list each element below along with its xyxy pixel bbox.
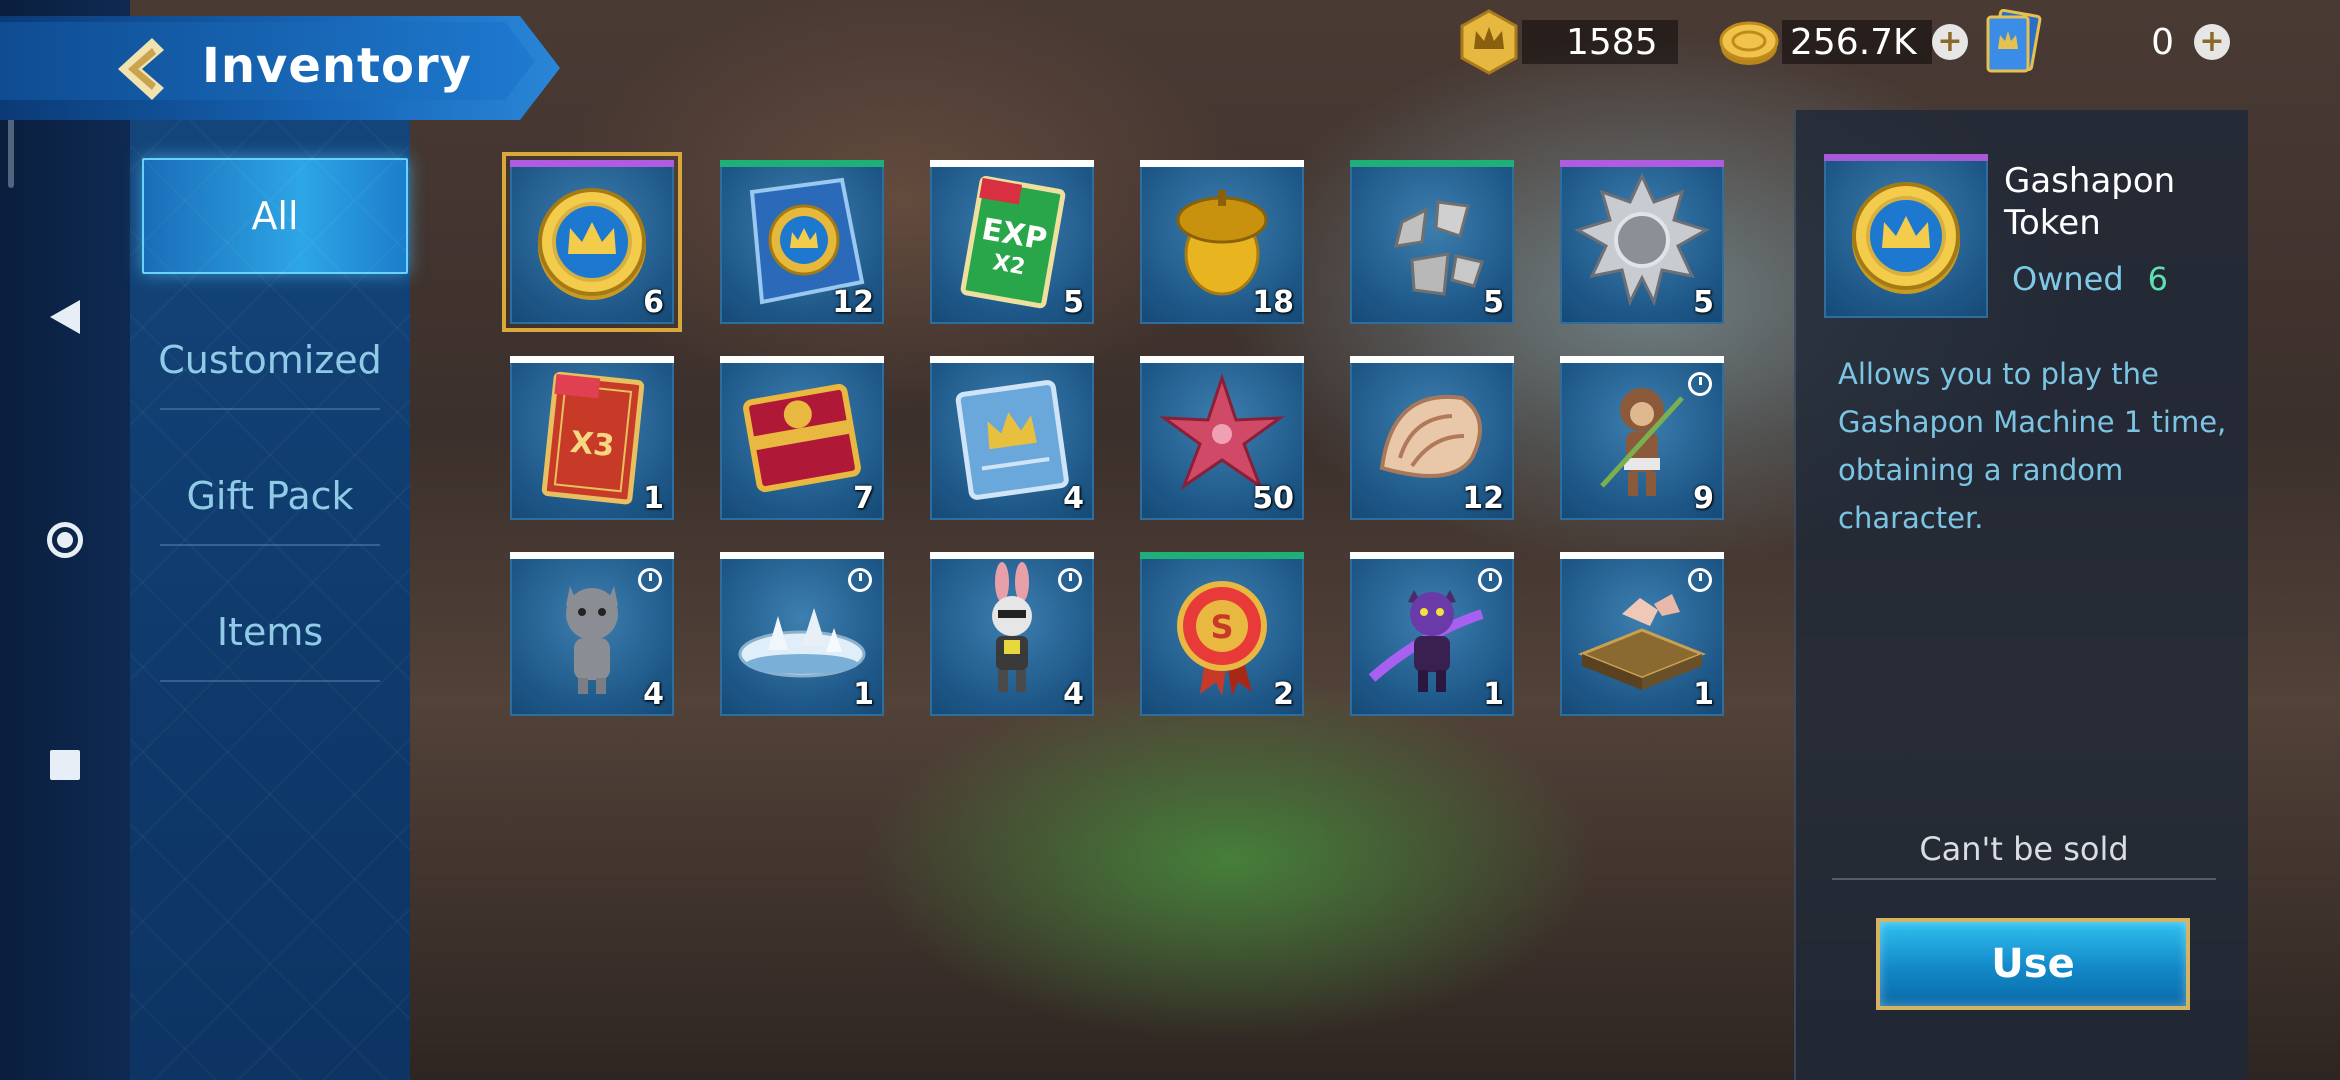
item-quantity: 12 — [832, 285, 874, 320]
item-quantity: 7 — [853, 481, 874, 516]
item-quantity: 18 — [1252, 285, 1294, 320]
currency-tickets-value: 0 — [2151, 21, 2174, 63]
square-recents-icon — [50, 750, 80, 780]
item-quantity: 12 — [1462, 481, 1504, 516]
recents-nav-button[interactable] — [38, 738, 92, 792]
use-button[interactable]: Use — [1876, 918, 2190, 1010]
item-quantity: 5 — [1483, 285, 1504, 320]
system-nav-bar — [0, 0, 130, 1080]
item-slot[interactable]: 5 — [1350, 160, 1514, 324]
detail-item-icon — [1824, 154, 1988, 318]
add-tickets-plus-icon[interactable]: + — [2194, 24, 2230, 60]
item-quantity: 1 — [1483, 677, 1504, 712]
item-slot[interactable]: 12 — [1350, 356, 1514, 520]
item-quantity: 50 — [1252, 481, 1294, 516]
item-slot[interactable]: 4 — [930, 356, 1094, 520]
item-quantity: 5 — [1693, 285, 1714, 320]
item-slot[interactable]: 9 — [1560, 356, 1724, 520]
item-slot[interactable]: 12 — [720, 160, 884, 324]
crown-medal-icon — [1460, 9, 1518, 75]
home-circle-icon — [47, 522, 83, 558]
item-slot[interactable]: S2 — [1140, 552, 1304, 716]
item-slot[interactable]: 4 — [930, 552, 1094, 716]
detail-description: Allows you to play the Gashapon Machine … — [1838, 357, 2227, 535]
item-quantity: 4 — [1063, 677, 1084, 712]
item-slot[interactable]: 1 — [1350, 552, 1514, 716]
currency-gold: 256.7K + — [1716, 14, 1968, 70]
back-nav-button[interactable] — [38, 290, 92, 344]
currency-gold-value: 256.7K — [1782, 20, 1932, 64]
timer-clock-icon — [1478, 568, 1502, 592]
item-slot[interactable]: 6 — [502, 152, 682, 332]
svg-text:X3: X3 — [569, 425, 616, 464]
svg-text:S: S — [1210, 608, 1233, 646]
item-quantity: 1 — [853, 677, 874, 712]
triangle-back-icon — [50, 300, 80, 334]
item-slot[interactable]: 1 — [720, 552, 884, 716]
item-quantity: 2 — [1273, 677, 1294, 712]
back-arrow-icon[interactable] — [110, 34, 180, 104]
gold-coin-icon — [1719, 21, 1779, 65]
item-slot[interactable]: EXP X2 5 — [930, 160, 1094, 324]
currency-tickets: 0 + — [1982, 9, 2230, 73]
item-quantity: 5 — [1063, 285, 1084, 320]
rarity-bar — [1824, 154, 1988, 161]
item-quantity: 9 — [1693, 481, 1714, 516]
item-quantity: 4 — [1063, 481, 1084, 516]
timer-clock-icon — [638, 568, 662, 592]
item-slot[interactable]: X3 1 — [510, 356, 674, 520]
item-slot[interactable]: 1 — [1560, 552, 1724, 716]
item-slot[interactable]: 5 — [1560, 160, 1724, 324]
item-slot[interactable]: 7 — [720, 356, 884, 520]
item-quantity: 1 — [643, 481, 664, 516]
timer-clock-icon — [1688, 568, 1712, 592]
page-title: Inventory — [202, 38, 472, 94]
timer-clock-icon — [848, 568, 872, 592]
item-quantity: 1 — [1693, 677, 1714, 712]
owned-label: Owned — [2012, 260, 2124, 298]
owned-count: 6 — [2147, 260, 2168, 298]
item-detail-panel: Gashapon Token Owned 6 Allows you to play… — [1794, 110, 2248, 1080]
currency-crown: 1585 — [1456, 9, 1678, 75]
timer-clock-icon — [1058, 568, 1082, 592]
category-customized[interactable]: Customized — [130, 310, 410, 410]
category-panel: All Customized Gift Pack Items — [130, 120, 410, 1080]
item-quantity: 6 — [643, 285, 664, 320]
item-slot[interactable]: 18 — [1140, 160, 1304, 324]
detail-item-name: Gashapon Token — [2004, 161, 2176, 243]
category-gift-pack[interactable]: Gift Pack — [130, 446, 410, 546]
currency-crown-value: 1585 — [1522, 20, 1678, 64]
category-items[interactable]: Items — [130, 582, 410, 682]
item-slot[interactable]: 50 — [1140, 356, 1304, 520]
category-all[interactable]: All — [142, 158, 408, 274]
sell-status: Can't be sold — [1832, 830, 2216, 880]
timer-clock-icon — [1688, 372, 1712, 396]
item-slot[interactable]: 4 — [510, 552, 674, 716]
ticket-cards-icon — [1986, 9, 2042, 73]
home-nav-button[interactable] — [38, 513, 92, 567]
detail-owned-row: Owned 6 — [2012, 260, 2168, 298]
item-quantity: 4 — [643, 677, 664, 712]
gashapon-token-icon — [1852, 182, 1960, 294]
add-gold-plus-icon[interactable]: + — [1932, 24, 1968, 60]
